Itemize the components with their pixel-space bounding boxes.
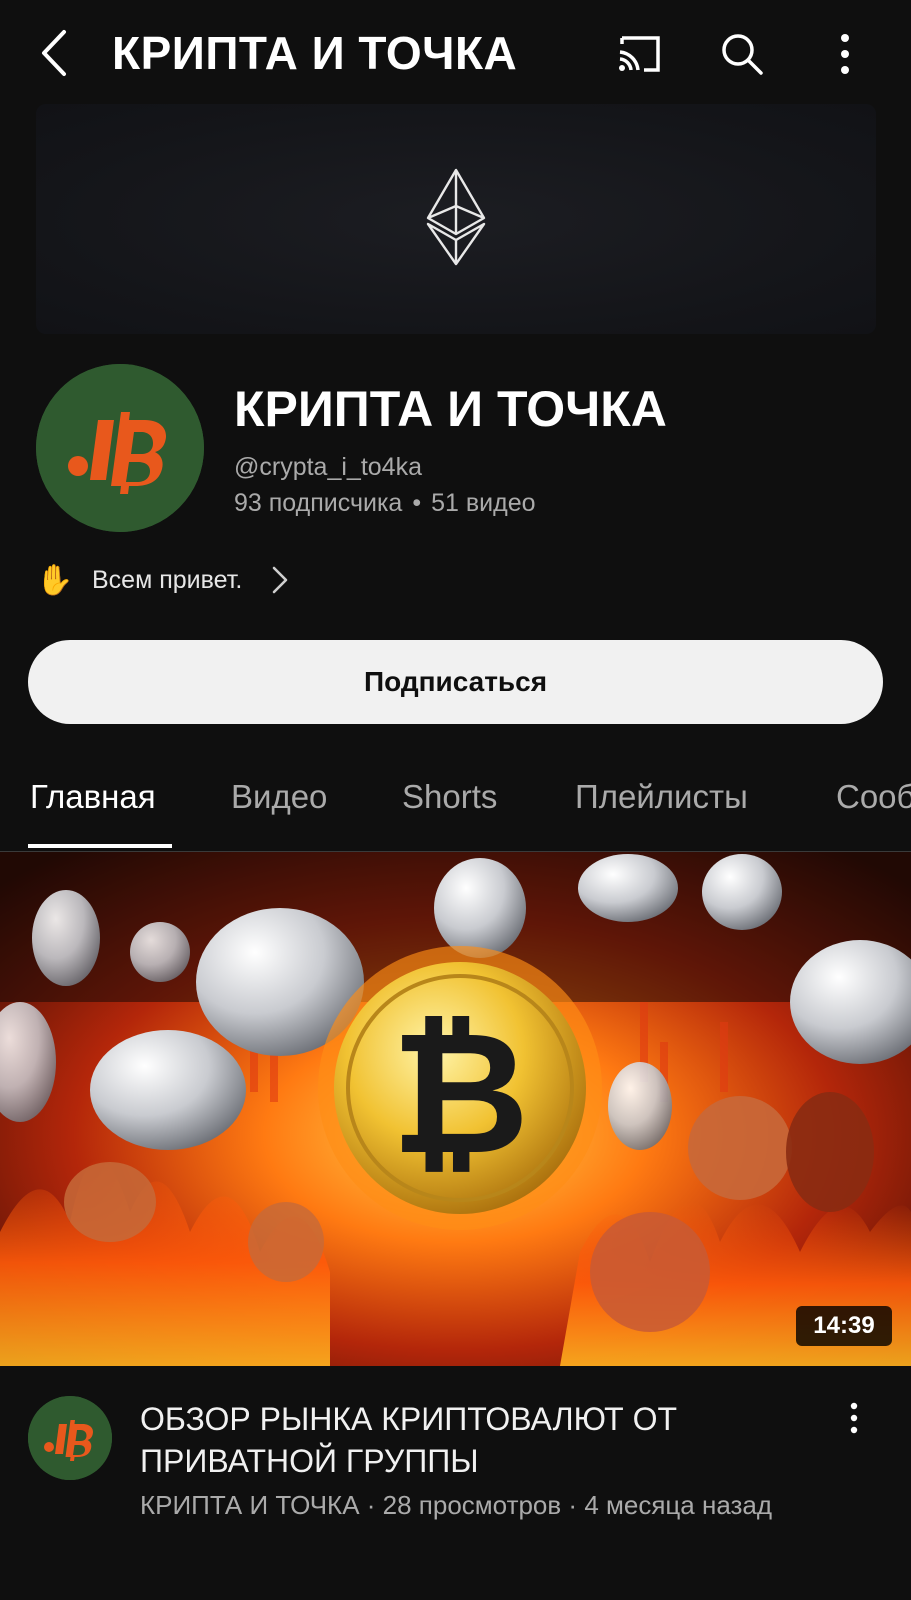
- thumbnail-image: ₿: [0, 852, 911, 1366]
- active-tab-indicator: [28, 844, 172, 848]
- more-vertical-icon[interactable]: [822, 30, 868, 78]
- tab-community[interactable]: Сообщество: [836, 778, 911, 816]
- channel-logo-icon: [28, 1396, 112, 1480]
- channel-stats: 93 подписчика • 51 видео: [234, 489, 536, 518]
- subscriber-count: 93 подписчика: [234, 489, 403, 517]
- page-title: КРИПТА И ТОЧКА: [112, 27, 518, 79]
- video-age: 4 месяца назад: [584, 1490, 773, 1520]
- chevron-left-icon[interactable]: [38, 28, 70, 78]
- meta-separator: ·: [359, 1490, 383, 1520]
- tab-shorts[interactable]: Shorts: [402, 778, 497, 816]
- more-vertical-icon[interactable]: [842, 1400, 866, 1440]
- video-views: 28 просмотров: [382, 1490, 562, 1520]
- video-metadata: КРИПТА И ТОЧКА · 28 просмотров · 4 месяц…: [140, 1488, 840, 1523]
- waving-hand-icon: ✋: [36, 563, 74, 597]
- stats-separator: •: [412, 489, 422, 517]
- chevron-right-icon: [273, 566, 288, 594]
- video-thumbnail[interactable]: ₿: [0, 852, 911, 1366]
- channel-logo-icon: [36, 364, 204, 532]
- tab-videos[interactable]: Видео: [231, 778, 327, 816]
- search-icon[interactable]: [718, 30, 766, 78]
- svg-text:₿: ₿: [391, 995, 530, 1193]
- video-count: 51 видео: [431, 489, 536, 517]
- description-text: Всем привет.: [92, 565, 243, 594]
- video-title[interactable]: ОБЗОР РЫНКА КРИПТОВАЛЮТ ОТ ПРИВАТНОЙ ГРУ…: [140, 1398, 820, 1482]
- channel-name: КРИПТА И ТОЧКА: [234, 381, 667, 437]
- subscribe-button[interactable]: Подписаться: [28, 640, 883, 724]
- channel-banner: [36, 104, 876, 334]
- channel-description[interactable]: ✋ Всем привет.: [36, 560, 290, 600]
- channel-avatar[interactable]: [36, 364, 204, 532]
- channel-tabs: Главная Видео Shorts Плейлисты Сообществ…: [0, 756, 911, 852]
- meta-separator: ·: [561, 1490, 585, 1520]
- video-channel-avatar[interactable]: [28, 1396, 112, 1480]
- video-duration-badge: 14:39: [796, 1306, 892, 1346]
- app-bar: КРИПТА И ТОЧКА: [0, 0, 911, 100]
- channel-handle: @crypta_i_to4ka: [234, 453, 422, 481]
- tab-home[interactable]: Главная: [30, 778, 156, 816]
- ethereum-icon: [426, 168, 486, 266]
- video-channel-name[interactable]: КРИПТА И ТОЧКА: [140, 1490, 360, 1520]
- tab-playlists[interactable]: Плейлисты: [575, 778, 748, 816]
- cast-icon[interactable]: [616, 30, 664, 78]
